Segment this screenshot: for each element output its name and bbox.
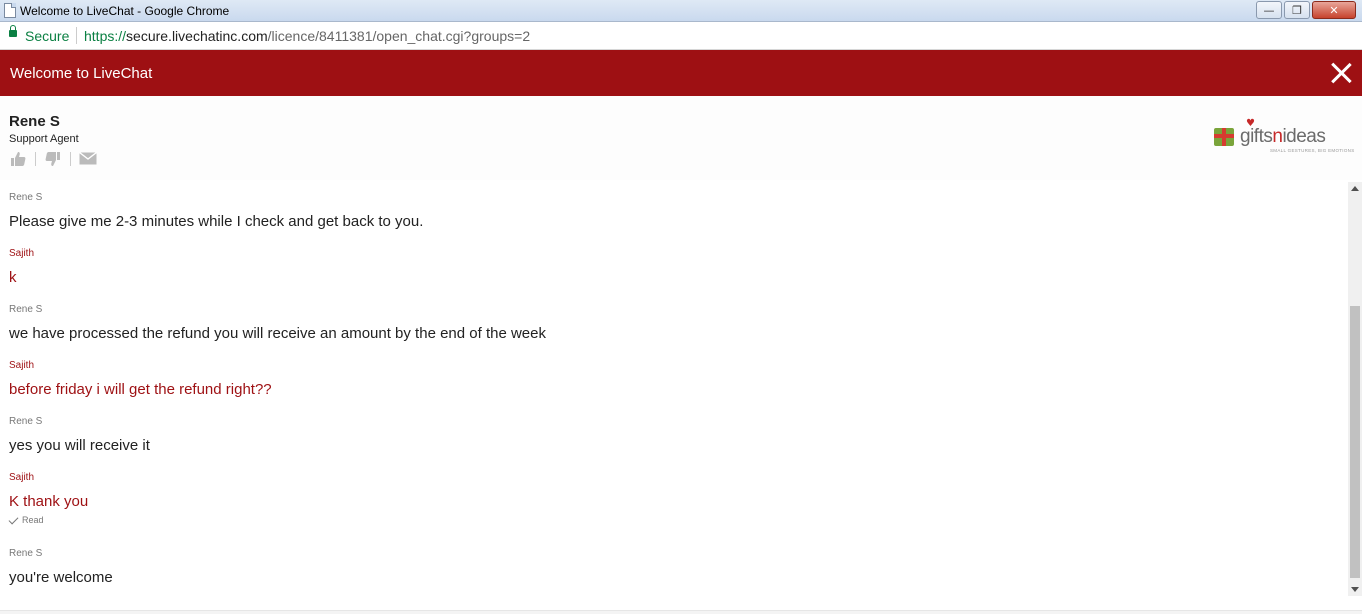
thumbs-up-icon[interactable] xyxy=(9,151,27,166)
url-path: /licence/8411381/open_chat.cgi?groups=2 xyxy=(267,28,531,44)
message-text: yes you will receive it xyxy=(9,437,150,454)
rating-divider xyxy=(70,151,71,166)
window-controls: — ❐ ✕ xyxy=(1256,1,1356,19)
logo-brand-part: gifts xyxy=(1240,126,1273,147)
url-host: secure.livechatinc.com xyxy=(126,28,268,44)
message-text: you're welcome xyxy=(9,569,113,586)
logo-brand-text: giftsnideas xyxy=(1240,126,1326,148)
message-text: we have processed the refund you will re… xyxy=(9,325,546,342)
rating-divider xyxy=(35,151,36,166)
giftsnideas-logo: ♥ giftsnideas SMALL GESTURES, BIG EMOTIO… xyxy=(1210,118,1354,158)
page-icon xyxy=(4,3,16,18)
url-scheme: https:// xyxy=(84,28,127,44)
message-sender: Rene S xyxy=(9,416,43,427)
checkmark-icon xyxy=(8,514,19,524)
address-bar[interactable]: Secure https://secure.livechatinc.com/li… xyxy=(0,22,1362,50)
agent-name: Rene S xyxy=(9,113,60,130)
lock-icon[interactable] xyxy=(9,25,17,37)
message-scrollbar[interactable] xyxy=(1348,182,1362,596)
chat-title: Welcome to LiveChat xyxy=(10,65,153,82)
message-item: Sajith before friday i will get the refu… xyxy=(9,360,272,398)
message-text: Please give me 2-3 minutes while I check… xyxy=(9,213,424,230)
message-item: Sajith K thank you Read xyxy=(8,472,89,525)
message-text: K thank you xyxy=(9,493,89,510)
gift-box-icon xyxy=(1214,128,1234,146)
url-text[interactable]: https://secure.livechatinc.com/licence/8… xyxy=(84,28,530,44)
agent-panel: Rene S Support Agent ♥ giftsnideas SMALL… xyxy=(0,96,1362,180)
rating-toolbar xyxy=(9,151,97,166)
message-sender: Rene S xyxy=(9,192,43,203)
message-item: Rene S yes you will receive it xyxy=(9,416,150,454)
window-close-button[interactable]: ✕ xyxy=(1312,1,1356,19)
message-item: Sajith k xyxy=(9,248,34,286)
window-title-bar: Welcome to LiveChat - Google Chrome — ❐ … xyxy=(0,0,1362,22)
close-chat-icon[interactable] xyxy=(1330,62,1352,84)
message-text: before friday i will get the refund righ… xyxy=(9,381,272,398)
logo-tagline: SMALL GESTURES, BIG EMOTIONS xyxy=(1270,148,1355,153)
logo-brand-part: n xyxy=(1272,126,1283,147)
bottom-divider xyxy=(0,610,1362,614)
message-list[interactable]: Rene S Please give me 2-3 minutes while … xyxy=(0,180,1348,610)
message-sender: Sajith xyxy=(9,248,35,259)
scroll-down-arrow-icon[interactable] xyxy=(1351,587,1359,592)
message-text: k xyxy=(9,269,17,286)
scroll-up-arrow-icon[interactable] xyxy=(1351,186,1359,191)
thumbs-down-icon[interactable] xyxy=(44,151,62,166)
address-divider xyxy=(76,27,77,44)
read-status-label: Read xyxy=(22,515,44,525)
chat-header: Welcome to LiveChat xyxy=(0,50,1362,96)
scroll-thumb[interactable] xyxy=(1350,306,1360,578)
message-item: Rene S we have processed the refund you … xyxy=(9,304,546,342)
secure-label[interactable]: Secure xyxy=(25,28,69,44)
restore-button[interactable]: ❐ xyxy=(1284,1,1310,19)
window-title: Welcome to LiveChat - Google Chrome xyxy=(20,4,230,18)
message-item: Rene S you're welcome xyxy=(9,548,113,586)
message-sender: Rene S xyxy=(9,548,43,559)
message-sender: Sajith xyxy=(9,360,35,371)
email-transcript-icon[interactable] xyxy=(79,151,97,166)
message-sender: Sajith xyxy=(9,472,35,483)
message-item: Rene S Please give me 2-3 minutes while … xyxy=(9,192,423,230)
read-status: Read xyxy=(8,514,88,525)
agent-role: Support Agent xyxy=(9,133,79,145)
message-sender: Rene S xyxy=(9,304,43,315)
logo-brand-part: ideas xyxy=(1282,126,1326,147)
minimize-button[interactable]: — xyxy=(1256,1,1282,19)
